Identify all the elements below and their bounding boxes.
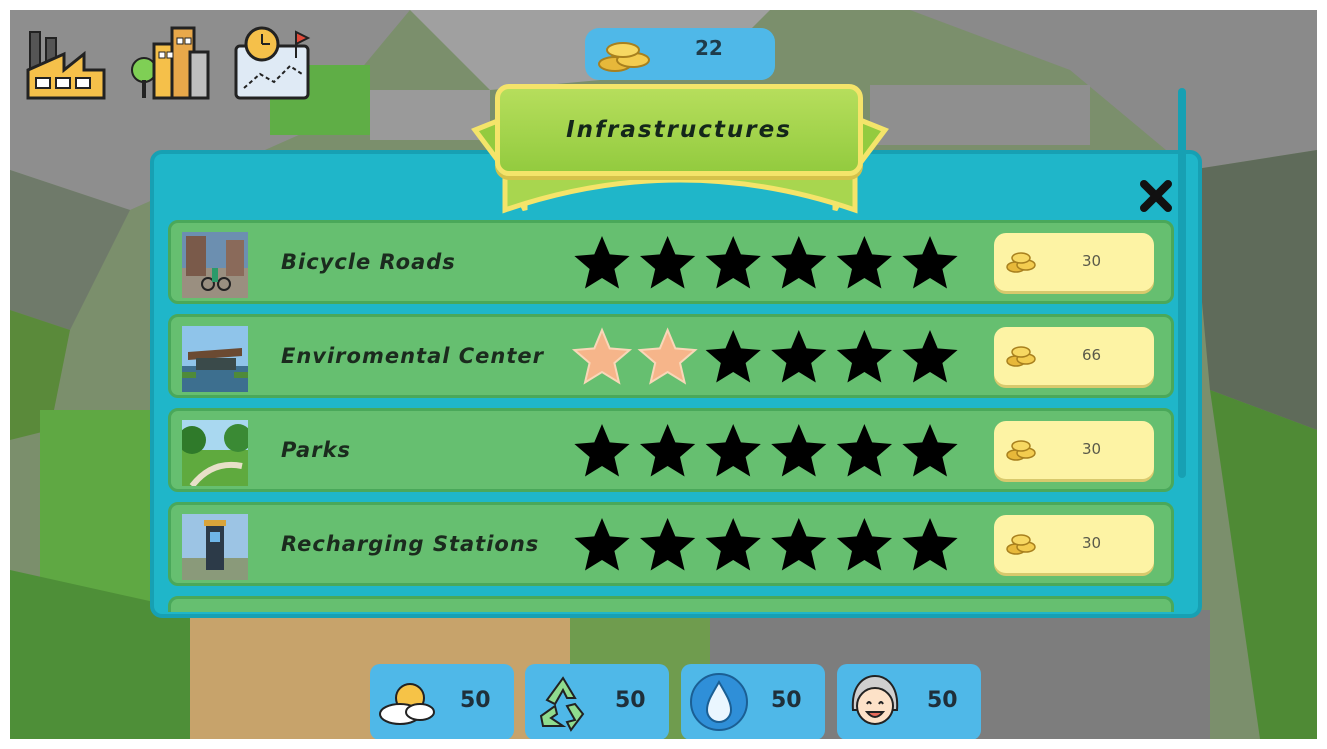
star-empty-icon	[574, 424, 630, 477]
price-button[interactable]: 30	[994, 515, 1154, 573]
environmental-center-thumb	[182, 326, 248, 392]
price-button[interactable]: 30	[994, 421, 1154, 479]
stat-water: 50	[681, 664, 825, 739]
bicycle-roads-thumb	[182, 232, 248, 298]
star-filled-icon	[637, 327, 698, 385]
stat-weather: 50	[370, 664, 514, 739]
planning-map-icon[interactable]	[230, 18, 314, 104]
star-empty-icon	[705, 424, 761, 477]
coin-icon	[1006, 440, 1036, 461]
star-empty-icon	[836, 236, 892, 289]
star-empty-icon	[836, 330, 892, 383]
recycle-icon	[539, 676, 585, 732]
price-button[interactable]: 66	[994, 327, 1154, 385]
star-empty-icon	[771, 424, 827, 477]
star-empty-icon	[836, 424, 892, 477]
infrastructure-name: Enviromental Center	[281, 344, 545, 368]
happiness-face-icon	[851, 674, 899, 725]
coin-icon	[1006, 346, 1036, 367]
infrastructure-name: Recharging Stations	[281, 532, 540, 556]
stat-weather-value: 50	[460, 688, 491, 713]
star-empty-icon	[902, 424, 958, 477]
game-scene: 22 Bicycle Roads 30 Enviromental Center 66 P…	[10, 10, 1317, 739]
rating-stars	[571, 327, 958, 385]
star-empty-icon	[771, 236, 827, 289]
star-empty-icon	[705, 236, 761, 289]
coin-icon	[1006, 534, 1036, 555]
price-value: 30	[1082, 534, 1102, 552]
star-empty-icon	[771, 518, 827, 571]
price-value: 30	[1082, 252, 1102, 270]
infrastructure-row[interactable]: Bicycle Roads 30	[168, 220, 1174, 304]
star-empty-icon	[574, 236, 630, 289]
infrastructure-row[interactable]: Enviromental Center 66	[168, 314, 1174, 398]
rating-stars	[574, 518, 958, 571]
parks-thumb	[182, 420, 248, 486]
recharging-stations-thumb	[182, 514, 248, 580]
price-value: 66	[1082, 346, 1102, 364]
star-empty-icon	[902, 236, 958, 289]
star-empty-icon	[771, 330, 827, 383]
coin-value: 22	[695, 36, 723, 60]
panel-title: Infrastructures	[566, 117, 792, 143]
infrastructure-name: Parks	[281, 438, 352, 462]
infrastructure-name: Bicycle Roads	[281, 250, 456, 274]
stat-water-value: 50	[771, 688, 802, 713]
list-scrollbar[interactable]	[1178, 88, 1186, 478]
rating-stars	[574, 236, 958, 289]
coin-icon	[1006, 252, 1036, 273]
star-empty-icon	[640, 236, 696, 289]
water-drop-icon	[690, 673, 748, 731]
infrastructure-list: Bicycle Roads 30 Enviromental Center 66 Park…	[168, 220, 1174, 612]
price-value: 30	[1082, 440, 1102, 458]
city-buildings-icon[interactable]	[128, 18, 212, 104]
stat-happiness: 50	[837, 664, 981, 739]
infrastructure-row-partial	[168, 596, 1174, 612]
star-empty-icon	[902, 330, 958, 383]
factory-icon[interactable]	[24, 18, 108, 104]
stat-recycle: 50	[525, 664, 669, 739]
rating-stars	[574, 424, 958, 477]
price-button[interactable]: 30	[994, 233, 1154, 291]
stat-recycle-value: 50	[615, 688, 646, 713]
star-filled-icon	[571, 327, 633, 385]
star-empty-icon	[640, 518, 696, 571]
star-empty-icon	[705, 518, 761, 571]
infrastructures-panel: Bicycle Roads 30 Enviromental Center 66 Park…	[150, 150, 1202, 618]
infrastructure-row[interactable]: Parks 30	[168, 408, 1174, 492]
title-box: Infrastructures	[495, 84, 863, 176]
star-empty-icon	[902, 518, 958, 571]
stat-happiness-value: 50	[927, 688, 958, 713]
star-empty-icon	[836, 518, 892, 571]
star-empty-icon	[705, 330, 761, 383]
star-empty-icon	[574, 518, 630, 571]
star-empty-icon	[640, 424, 696, 477]
infrastructure-row[interactable]: Recharging Stations 30	[168, 502, 1174, 586]
close-icon[interactable]	[1136, 176, 1176, 216]
weather-icon	[379, 683, 435, 725]
